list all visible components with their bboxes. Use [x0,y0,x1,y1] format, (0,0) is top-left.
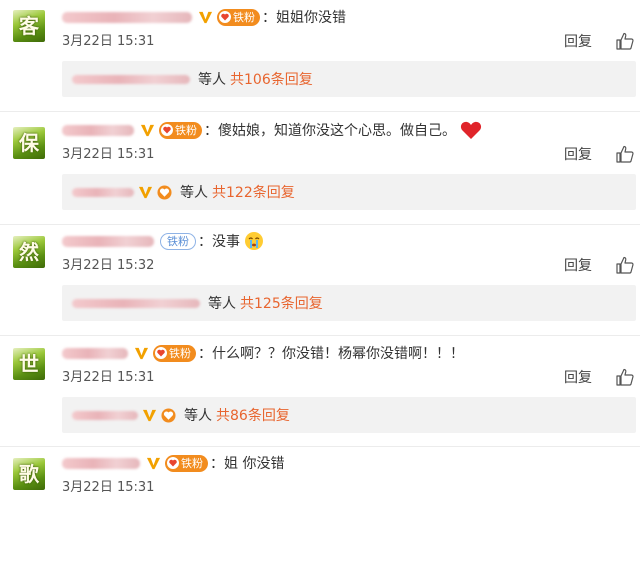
avatar[interactable]: 客 [13,10,45,42]
timestamp: 3月22日 15:31 [62,480,155,495]
comment-text: ：姐姐你没错 [262,10,346,26]
avatar-glyph: 保 [19,131,39,155]
avatar[interactable]: 保 [13,127,45,159]
red-heart-emoji [460,121,482,139]
others-label: 等人 [180,185,208,201]
avatar[interactable]: 世 [13,348,45,380]
reply-summary[interactable]: 等人 共86条回复 [62,397,636,433]
comment-item: 然 铁粉 ：没事 3月22日 15:32 回复 等人 共125条回复 [0,230,640,341]
comment-item: 保 铁粉 ：傻姑娘，知道你没这个心思。做自己。 3月22日 15:31 回复 等… [0,119,640,230]
comment-text: ：什么啊？？你没错！杨幂你没错啊！！！ [198,346,464,362]
username[interactable] [62,457,140,469]
fan-badge[interactable]: 铁粉 [217,8,260,26]
username[interactable] [62,235,154,247]
thumbs-up-icon[interactable] [615,255,635,275]
others-label: 等人 [198,72,226,88]
vip-v-icon [140,124,155,136]
avatar[interactable]: 然 [13,236,45,268]
fan-heart-icon [161,124,173,136]
others-label: 等人 [184,408,212,424]
fan-badge-label: 铁粉 [169,347,191,360]
fan-badge[interactable]: 铁粉 [159,121,202,139]
fan-heart-icon [157,184,172,200]
vip-v-icon [146,457,161,469]
reply-usernames [72,410,138,420]
comment-line: 铁粉 ：傻姑娘，知道你没这个心思。做自己。 [62,119,482,141]
reply-button[interactable]: 回复 [564,31,592,53]
reply-summary[interactable]: 等人 共122条回复 [62,174,636,210]
avatar-glyph: 然 [19,240,39,264]
comment-text: ：没事 [198,234,240,250]
divider [0,335,640,336]
comment-line: 铁粉 ：姐姐你没错 [62,6,346,28]
divider [0,111,640,112]
comment-line: 铁粉 ：没事 [62,230,264,252]
fan-heart-icon [161,407,176,423]
reply-summary[interactable]: 等人 共125条回复 [62,285,636,321]
reply-usernames [72,187,134,197]
timestamp: 3月22日 15:32 [62,258,155,273]
fan-badge[interactable]: 铁粉 [165,454,208,472]
fan-badge-label: 铁粉 [175,124,197,137]
reply-count-link[interactable]: 共86条回复 [216,405,290,425]
comment-line: 铁粉 ：姐 你没错 [62,452,284,474]
username[interactable] [62,11,192,23]
reply-summary[interactable]: 等人 共106条回复 [62,61,636,97]
crying-face-emoji [245,232,263,250]
comment-text: ：傻姑娘，知道你没这个心思。做自己。 [204,123,456,139]
fan-badge[interactable]: 铁粉 [160,232,196,250]
vip-v-icon [138,186,153,198]
vip-v-icon [134,347,149,359]
username[interactable] [62,347,128,359]
others-label: 等人 [208,296,236,312]
fan-heart-icon [219,11,231,23]
thumbs-up-icon[interactable] [615,367,635,387]
avatar-glyph: 歌 [19,462,39,486]
fan-badge-label: 铁粉 [181,457,203,470]
fan-heart-icon [155,347,167,359]
username[interactable] [62,124,134,136]
timestamp: 3月22日 15:31 [62,147,155,162]
vip-v-icon [142,409,157,421]
comment-line: 铁粉 ：什么啊？？你没错！杨幂你没错啊！！！ [62,342,464,364]
divider [0,224,640,225]
avatar-glyph: 客 [19,14,39,38]
timestamp: 3月22日 15:31 [62,370,155,385]
vip-v-icon [198,11,213,23]
avatar-glyph: 世 [19,352,39,376]
comment-item: 世 铁粉 ：什么啊？？你没错！杨幂你没错啊！！！ 3月22日 15:31 回复 … [0,342,640,453]
fan-badge[interactable]: 铁粉 [153,344,196,362]
fan-badge-label: 铁粉 [233,11,255,24]
fan-heart-icon [167,457,179,469]
reply-count-link[interactable]: 共125条回复 [240,293,323,313]
reply-count-link[interactable]: 共106条回复 [230,69,313,89]
reply-button[interactable]: 回复 [564,144,592,166]
reply-usernames [72,298,200,308]
thumbs-up-icon[interactable] [615,31,635,51]
reply-button[interactable]: 回复 [564,255,592,277]
comment-text: ：姐 你没错 [210,456,285,472]
reply-count-link[interactable]: 共122条回复 [212,182,295,202]
fan-badge-label: 铁粉 [167,235,189,248]
thumbs-up-icon[interactable] [615,144,635,164]
reply-usernames [72,74,190,84]
comment-item: 歌 铁粉 ：姐 你没错 3月22日 15:31 [0,452,640,563]
comment-item: 客 铁粉 ：姐姐你没错 3月22日 15:31 回复 等人 共106条回复 [0,6,640,117]
avatar[interactable]: 歌 [13,458,45,490]
timestamp: 3月22日 15:31 [62,34,155,49]
divider [0,446,640,447]
reply-button[interactable]: 回复 [564,367,592,389]
